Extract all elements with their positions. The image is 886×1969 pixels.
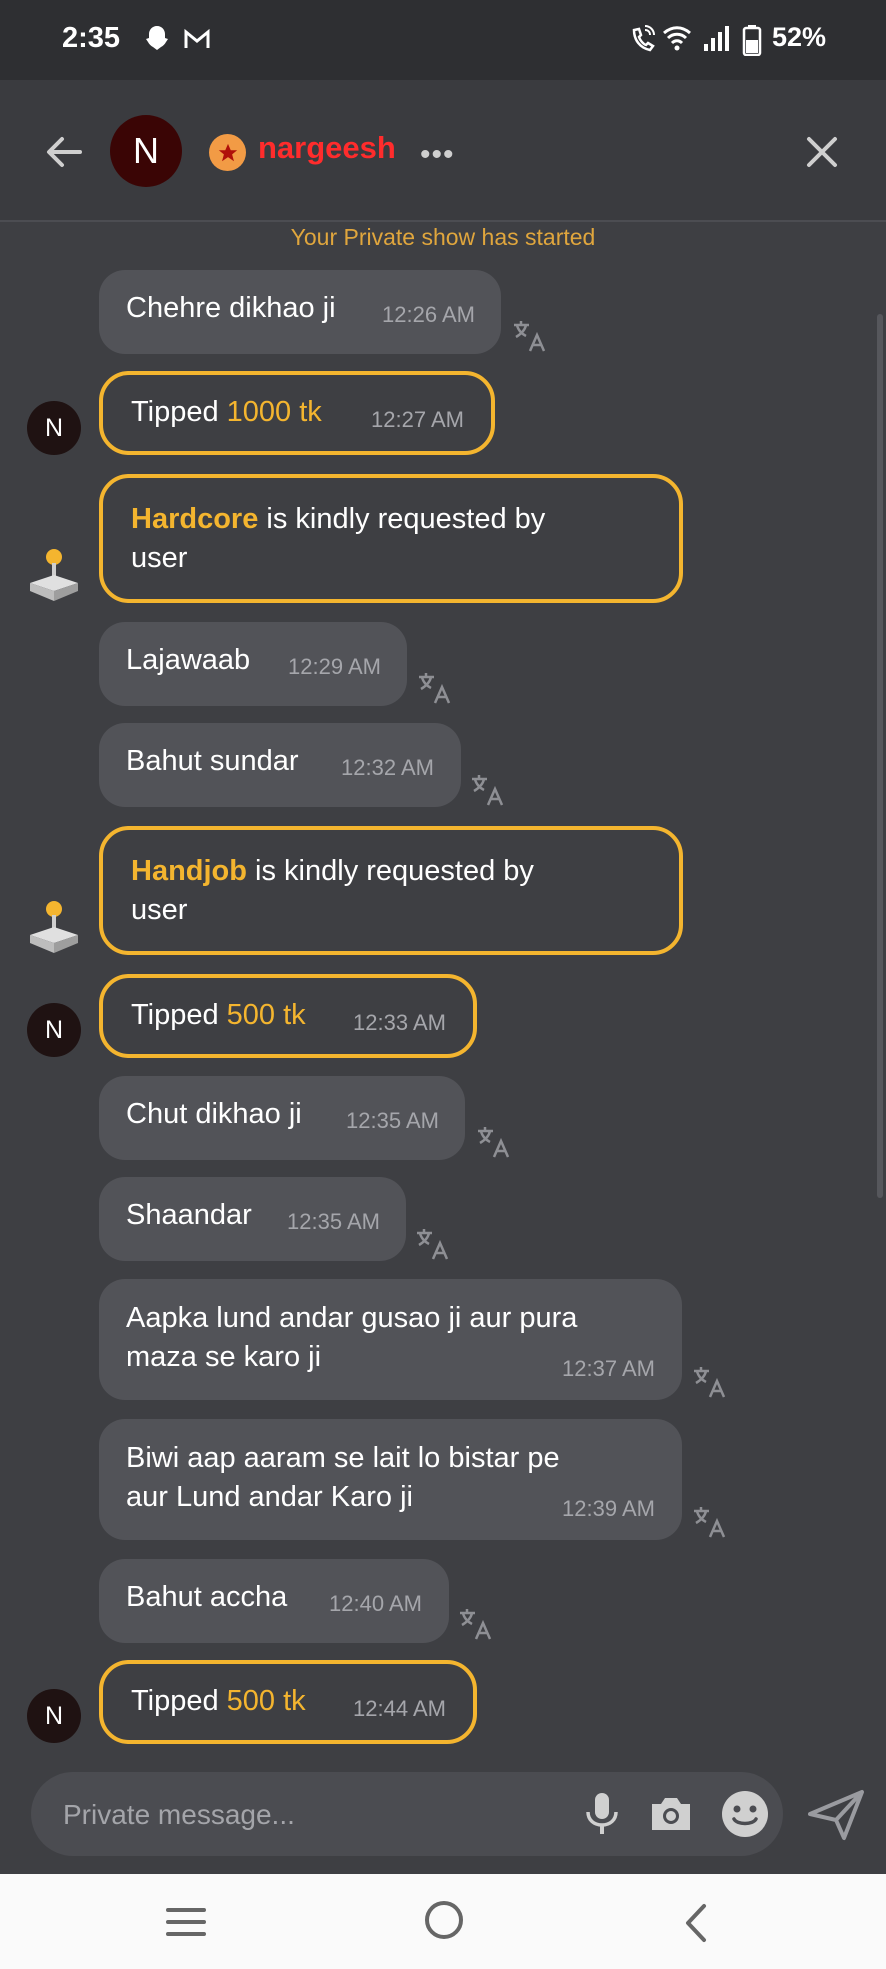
tip-text: Tipped 500 tk <box>131 999 306 1032</box>
tip-amount: 500 tk <box>226 1685 306 1717</box>
chat-message[interactable]: Chut dikhao ji 12:35 AM <box>99 1076 465 1160</box>
request-message[interactable]: Handjob is kindly requested by user <box>99 826 683 955</box>
microphone-icon[interactable] <box>584 1790 620 1838</box>
gmail-icon <box>184 28 210 48</box>
chat-message[interactable]: Shaandar 12:35 AM <box>99 1177 406 1261</box>
message-line2: aur Lund andar Karo ji <box>126 1481 413 1513</box>
home-icon[interactable] <box>422 1898 466 1942</box>
translate-icon[interactable] <box>470 772 506 808</box>
navigation-bar <box>0 1874 886 1969</box>
message-text: Biwi aap aaram se lait lo bistar pe aur … <box>126 1439 560 1517</box>
username[interactable]: nargeesh <box>258 130 396 166</box>
translate-icon[interactable] <box>512 318 548 354</box>
request-rest: is kindly requested by <box>247 855 534 887</box>
message-time: 12:35 AM <box>287 1209 380 1234</box>
chat-header: N nargeesh ••• <box>0 80 886 222</box>
tip-text: Tipped 1000 tk <box>131 396 322 429</box>
camera-icon[interactable] <box>648 1794 694 1834</box>
request-highlight: Handjob <box>131 855 247 887</box>
message-time: 12:39 AM <box>562 1496 655 1521</box>
wifi-icon <box>663 26 691 51</box>
message-time: 12:40 AM <box>329 1591 422 1616</box>
message-line1: Aapka lund andar gusao ji aur pura <box>126 1302 578 1334</box>
request-line2: user <box>131 542 188 574</box>
translate-icon[interactable] <box>692 1504 728 1540</box>
battery-percent: 52% <box>772 22 827 52</box>
more-options-icon[interactable]: ••• <box>420 138 455 172</box>
tip-prefix: Tipped <box>131 1685 219 1717</box>
translate-icon[interactable] <box>692 1364 728 1400</box>
avatar-initial: N <box>133 130 159 171</box>
message-time: 12:44 AM <box>353 1696 446 1721</box>
message-time: 12:33 AM <box>353 1010 446 1035</box>
message-time: 12:26 AM <box>382 302 475 327</box>
tip-amount: 500 tk <box>226 999 306 1031</box>
back-arrow-icon[interactable] <box>44 132 84 172</box>
translate-icon[interactable] <box>458 1606 494 1642</box>
tip-message[interactable]: Tipped 500 tk 12:33 AM <box>99 974 477 1058</box>
emoji-icon[interactable] <box>719 1788 771 1840</box>
status-bar: 2:35 52% <box>0 0 886 80</box>
chat-message[interactable]: Chehre dikhao ji 12:26 AM <box>99 270 501 354</box>
send-icon[interactable] <box>808 1788 866 1842</box>
avatar[interactable]: N <box>27 1689 81 1743</box>
chat-message[interactable]: Lajawaab 12:29 AM <box>99 622 407 706</box>
message-line1: Biwi aap aaram se lait lo bistar pe <box>126 1442 560 1474</box>
message-time: 12:32 AM <box>341 755 434 780</box>
joystick-icon <box>30 901 78 953</box>
signal-icon <box>704 26 729 51</box>
message-text: Bahut sundar <box>126 745 299 777</box>
message-composer <box>31 1772 783 1856</box>
message-text: Bahut accha <box>126 1581 288 1613</box>
avatar[interactable]: N <box>27 401 81 455</box>
message-text: Chut dikhao ji <box>126 1098 302 1130</box>
chat-message[interactable]: Bahut accha 12:40 AM <box>99 1559 449 1643</box>
request-highlight: Hardcore <box>131 503 259 535</box>
snapchat-icon <box>146 26 168 50</box>
wifi-call-icon <box>632 25 655 52</box>
message-time: 12:35 AM <box>346 1108 439 1133</box>
scrollbar[interactable] <box>877 314 883 1198</box>
message-text: Aapka lund andar gusao ji aur pura maza … <box>126 1299 577 1377</box>
chat-message[interactable]: Bahut sundar 12:32 AM <box>99 723 461 807</box>
request-message[interactable]: Hardcore is kindly requested by user <box>99 474 683 603</box>
message-line2: maza se karo ji <box>126 1341 322 1373</box>
tip-amount: 1000 tk <box>226 396 322 428</box>
recent-apps-icon[interactable] <box>164 1902 208 1942</box>
translate-icon[interactable] <box>417 670 453 706</box>
status-time: 2:35 <box>62 22 121 54</box>
nav-back-icon[interactable] <box>680 1902 710 1944</box>
avatar-initial: N <box>44 1701 64 1730</box>
request-text: Hardcore is kindly requested by user <box>131 500 545 578</box>
translate-icon[interactable] <box>476 1124 512 1160</box>
joystick-icon <box>30 549 78 601</box>
request-rest: is kindly requested by <box>258 503 546 535</box>
message-time: 12:29 AM <box>288 654 381 679</box>
message-time: 12:27 AM <box>371 407 464 432</box>
avatar[interactable]: N <box>27 1003 81 1057</box>
message-text: Shaandar <box>126 1199 252 1231</box>
chat-message[interactable]: Aapka lund andar gusao ji aur pura maza … <box>99 1279 682 1400</box>
avatar[interactable]: N <box>110 115 182 187</box>
private-show-notice: Your Private show has started <box>290 224 596 250</box>
request-text: Handjob is kindly requested by user <box>131 852 534 930</box>
avatar-initial: N <box>44 413 64 442</box>
close-icon[interactable] <box>802 132 842 172</box>
message-text: Chehre dikhao ji <box>126 292 336 324</box>
request-line2: user <box>131 894 188 926</box>
private-message-input[interactable] <box>61 1790 585 1840</box>
message-text: Lajawaab <box>126 644 251 676</box>
tip-text: Tipped 500 tk <box>131 1685 306 1718</box>
battery-icon <box>742 25 762 56</box>
message-time: 12:37 AM <box>562 1356 655 1381</box>
tip-message[interactable]: Tipped 500 tk 12:44 AM <box>99 1660 477 1744</box>
translate-icon[interactable] <box>415 1226 451 1262</box>
star-icon <box>209 134 246 171</box>
avatar-initial: N <box>44 1015 64 1044</box>
tip-message[interactable]: Tipped 1000 tk 12:27 AM <box>99 371 495 455</box>
tip-prefix: Tipped <box>131 396 219 428</box>
chat-message[interactable]: Biwi aap aaram se lait lo bistar pe aur … <box>99 1419 682 1540</box>
tip-prefix: Tipped <box>131 999 219 1031</box>
